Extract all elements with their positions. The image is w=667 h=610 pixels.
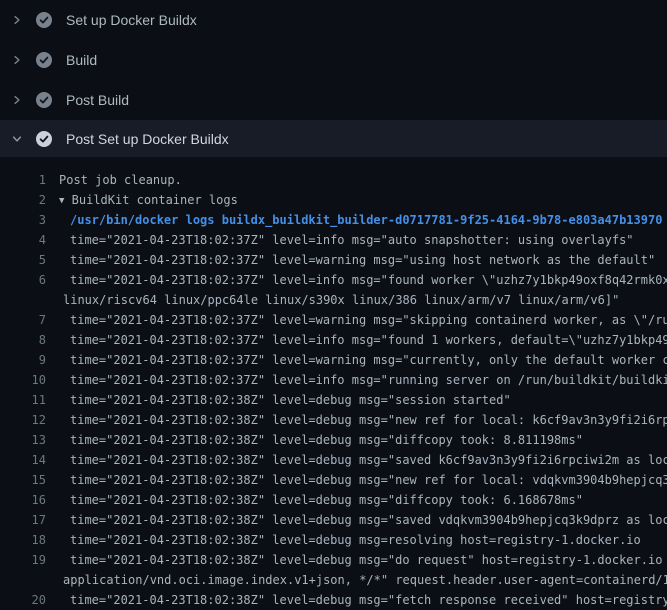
log-line-number[interactable]: 14 [0,450,46,470]
check-circle-icon [36,12,52,28]
log-line: linux/riscv64 linux/ppc64le linux/s390x … [0,290,667,310]
log-line: 11 time="2021-04-23T18:02:38Z" level=deb… [0,390,667,410]
log-line: 13 time="2021-04-23T18:02:38Z" level=deb… [0,430,667,450]
log-line-number[interactable]: 17 [0,510,46,530]
step-header[interactable]: Post Set up Docker Buildx [0,120,667,157]
log-line-text: time="2021-04-23T18:02:37Z" level=warnin… [70,310,667,330]
chevron-right-icon [10,13,24,27]
log-line-text: ▼ BuildKit container logs [59,190,238,210]
log-line: 17 time="2021-04-23T18:02:38Z" level=deb… [0,510,667,530]
step-header[interactable]: Set up Docker Buildx [0,0,667,40]
log-line-text: time="2021-04-23T18:02:37Z" level=info m… [70,330,667,350]
log-line-text: time="2021-04-23T18:02:37Z" level=warnin… [70,350,667,370]
log-line: 3 /usr/bin/docker logs buildx_buildkit_b… [0,210,667,230]
step-header[interactable]: Build [0,40,667,80]
log-line: 10 time="2021-04-23T18:02:37Z" level=inf… [0,370,667,390]
step-label: Build [66,52,97,68]
log-line-number[interactable]: 19 [0,550,46,570]
log-line-number[interactable]: 4 [0,230,46,250]
log-line-number[interactable]: 18 [0,530,46,550]
check-circle-icon [36,92,52,108]
log-line-text: time="2021-04-23T18:02:37Z" level=warnin… [70,250,655,270]
log-line-text: time="2021-04-23T18:02:38Z" level=debug … [70,410,667,430]
log-line: 9 time="2021-04-23T18:02:37Z" level=warn… [0,350,667,370]
log-panel: 1 Post job cleanup. 2 ▼ BuildKit contain… [0,170,667,610]
log-line-text: time="2021-04-23T18:02:37Z" level=info m… [70,230,634,250]
log-line-text: time="2021-04-23T18:02:37Z" level=info m… [70,270,667,290]
log-line-text: time="2021-04-23T18:02:38Z" level=debug … [70,450,667,470]
log-line-text: time="2021-04-23T18:02:38Z" level=debug … [70,550,667,570]
actions-log-viewer: Set up Docker Buildx Build P [0,0,667,610]
log-line-number[interactable]: 5 [0,250,46,270]
log-line-text: Post job cleanup. [59,170,182,190]
log-line-text: linux/riscv64 linux/ppc64le linux/s390x … [63,290,619,310]
log-line: 6 time="2021-04-23T18:02:37Z" level=info… [0,270,667,290]
log-line: application/vnd.oci.image.index.v1+json,… [0,570,667,590]
group-toggle-icon[interactable]: ▼ [59,191,64,210]
log-line-number[interactable] [0,570,46,590]
chevron-right-icon [10,93,24,107]
log-line-number[interactable]: 3 [0,210,46,230]
log-line: 16 time="2021-04-23T18:02:38Z" level=deb… [0,490,667,510]
log-line-number[interactable]: 10 [0,370,46,390]
log-line-number[interactable]: 20 [0,590,46,610]
log-line: 8 time="2021-04-23T18:02:37Z" level=info… [0,330,667,350]
log-line-text: application/vnd.oci.image.index.v1+json,… [63,570,667,590]
log-line: 7 time="2021-04-23T18:02:37Z" level=warn… [0,310,667,330]
log-line: 12 time="2021-04-23T18:02:38Z" level=deb… [0,410,667,430]
log-line: 20 time="2021-04-23T18:02:38Z" level=deb… [0,590,667,610]
log-line: 18 time="2021-04-23T18:02:38Z" level=deb… [0,530,667,550]
log-line: 19 time="2021-04-23T18:02:38Z" level=deb… [0,550,667,570]
log-line: 14 time="2021-04-23T18:02:38Z" level=deb… [0,450,667,470]
log-line-number[interactable]: 2 [0,190,46,210]
log-line-number[interactable]: 7 [0,310,46,330]
log-line: 5 time="2021-04-23T18:02:37Z" level=warn… [0,250,667,270]
log-line-number[interactable]: 13 [0,430,46,450]
step-list: Set up Docker Buildx Build P [0,0,667,157]
step-label: Post Set up Docker Buildx [66,131,229,147]
log-line-number[interactable]: 11 [0,390,46,410]
log-line: 15 time="2021-04-23T18:02:38Z" level=deb… [0,470,667,490]
log-line-number[interactable]: 6 [0,270,46,290]
log-line-number[interactable]: 9 [0,350,46,370]
step-label: Post Build [66,92,129,108]
log-line: 1 Post job cleanup. [0,170,667,190]
log-line-number[interactable]: 12 [0,410,46,430]
log-line: 2 ▼ BuildKit container logs [0,190,667,210]
chevron-down-icon [10,132,24,146]
step-label: Set up Docker Buildx [66,12,197,28]
log-line-text: time="2021-04-23T18:02:37Z" level=info m… [70,370,667,390]
log-line-text: /usr/bin/docker logs buildx_buildkit_bui… [70,210,662,230]
log-line-number[interactable]: 1 [0,170,46,190]
log-line-text: time="2021-04-23T18:02:38Z" level=debug … [70,510,667,530]
log-line-number[interactable] [0,290,46,310]
log-line-text: time="2021-04-23T18:02:38Z" level=debug … [70,470,667,490]
log-line-text: time="2021-04-23T18:02:38Z" level=debug … [70,590,667,610]
check-circle-icon [36,131,52,147]
log-line-text: time="2021-04-23T18:02:38Z" level=debug … [70,430,583,450]
step-header[interactable]: Post Build [0,80,667,120]
log-line-number[interactable]: 16 [0,490,46,510]
log-line-number[interactable]: 15 [0,470,46,490]
log-line-text: time="2021-04-23T18:02:38Z" level=debug … [70,390,511,410]
check-circle-icon [36,52,52,68]
log-line-text: time="2021-04-23T18:02:38Z" level=debug … [70,490,583,510]
chevron-right-icon [10,53,24,67]
log-line-text: time="2021-04-23T18:02:38Z" level=debug … [70,530,641,550]
log-line: 4 time="2021-04-23T18:02:37Z" level=info… [0,230,667,250]
log-line-number[interactable]: 8 [0,330,46,350]
